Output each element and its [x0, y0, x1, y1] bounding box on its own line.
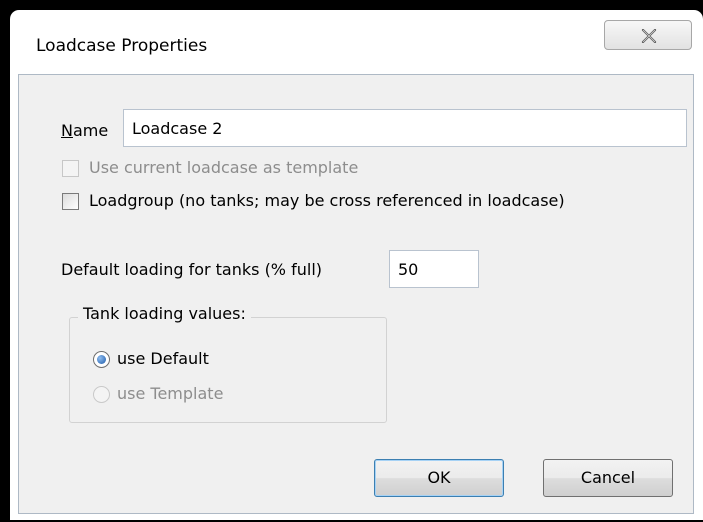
- name-input[interactable]: [123, 109, 687, 147]
- tank-loading-legend: Tank loading values:: [78, 304, 251, 323]
- default-loading-input[interactable]: [389, 250, 479, 288]
- radio-selected-dot: [97, 355, 106, 364]
- default-loading-label: Default loading for tanks (% full): [61, 260, 322, 279]
- use-template-checkbox[interactable]: [62, 160, 79, 177]
- close-button[interactable]: [604, 20, 692, 50]
- name-label-accelerator: N: [61, 121, 73, 140]
- use-default-label: use Default: [117, 349, 209, 368]
- ok-button[interactable]: OK: [374, 459, 504, 497]
- name-label-rest: ame: [72, 121, 109, 140]
- dialog-window: Loadcase Properties Name Use current loa…: [10, 10, 703, 520]
- dialog-title: Loadcase Properties: [36, 36, 208, 56]
- close-icon: [641, 29, 657, 43]
- title-bar[interactable]: Loadcase Properties: [10, 10, 703, 74]
- name-label: Name: [61, 121, 108, 140]
- tank-loading-group: [69, 317, 387, 423]
- use-template-label: Use current loadcase as template: [89, 158, 359, 177]
- loadgroup-checkbox[interactable]: [62, 193, 79, 210]
- use-default-radio[interactable]: [93, 351, 110, 368]
- use-template-radio[interactable]: [93, 386, 110, 403]
- loadgroup-label: Loadgroup (no tanks; may be cross refere…: [89, 191, 565, 210]
- cancel-button[interactable]: Cancel: [543, 459, 673, 497]
- dialog-client-area: Name Use current loadcase as template Lo…: [18, 74, 694, 514]
- use-template-radio-label: use Template: [117, 384, 224, 403]
